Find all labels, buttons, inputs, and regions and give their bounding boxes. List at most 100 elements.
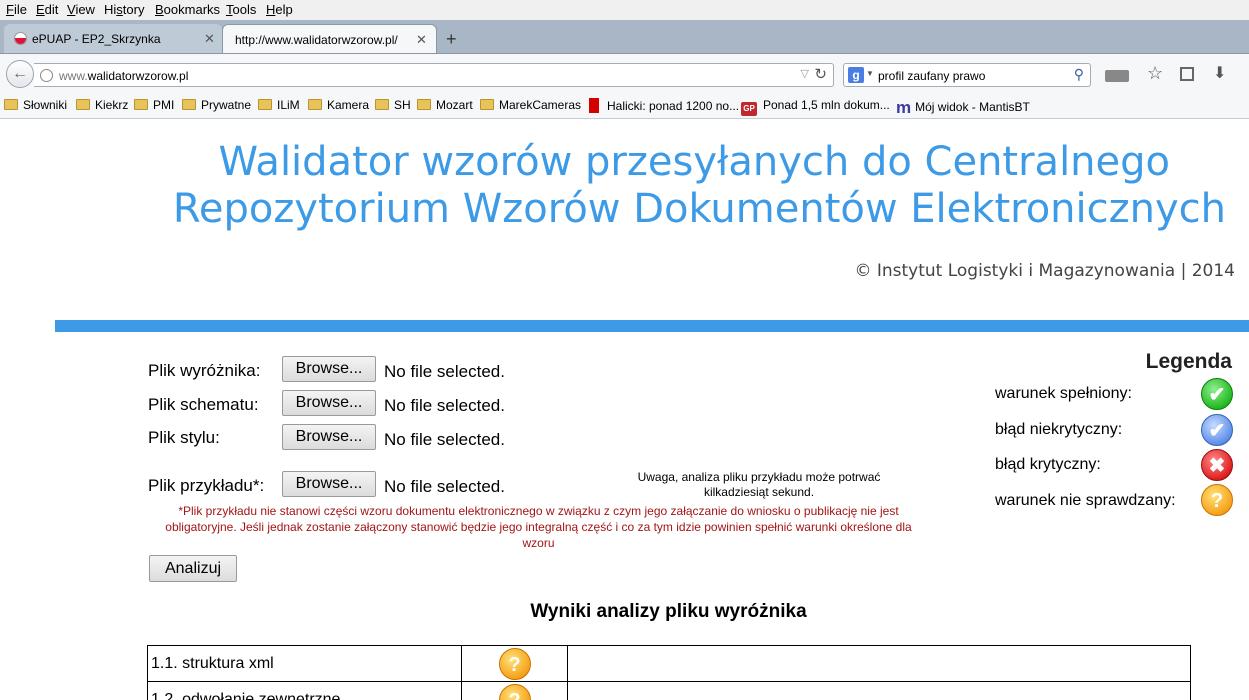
menu-file[interactable]: File xyxy=(6,2,27,17)
file-status-styl: No file selected. xyxy=(384,430,505,449)
bookmark-label: Słowniki xyxy=(23,98,68,112)
menu-bar: File Edit View History Bookmarks Tools H… xyxy=(0,0,1249,20)
header-divider xyxy=(55,320,1249,332)
folder-icon xyxy=(134,99,148,110)
bookmark-prywatne[interactable]: Prywatne xyxy=(182,98,251,112)
back-arrow-icon: ← xyxy=(12,65,28,82)
analyze-button[interactable]: Analizuj xyxy=(149,555,237,582)
tab-epuap[interactable]: ePUAP - EP2_Skrzynka ✕ xyxy=(4,24,222,53)
bookmark-label: ILiM xyxy=(277,98,300,112)
page-title-line1: Walidator wzorów przesyłanych do Central… xyxy=(218,139,1170,185)
url-bar[interactable]: www.walidatorwzorow.pl ▽ ↻ xyxy=(34,63,834,87)
analysis-time-notice: Uwaga, analiza pliku przykładu może potr… xyxy=(637,470,881,499)
search-input[interactable]: profil zaufany prawo xyxy=(878,69,985,83)
gp-icon: GP xyxy=(741,102,757,116)
menu-bookmarks[interactable]: Bookmarks xyxy=(155,2,220,17)
page-title-line2: Repozytorium Wzorów Dokumentów Elektroni… xyxy=(172,186,1226,232)
chevron-down-icon[interactable]: ▼ xyxy=(866,69,874,78)
bookmark-sh[interactable]: SH xyxy=(375,98,411,112)
menu-history[interactable]: History xyxy=(104,2,144,17)
menu-tools[interactable]: Tools xyxy=(226,2,256,17)
back-button[interactable]: ← xyxy=(6,60,34,88)
tab-walidator[interactable]: http://www.walidatorwzorow.pl/ ✕ xyxy=(222,24,437,53)
legend-label-critical: błąd krytyczny: xyxy=(995,456,1101,473)
result-detail xyxy=(567,681,1191,700)
menu-edit[interactable]: Edit xyxy=(36,2,58,17)
star-icon[interactable]: ☆ xyxy=(1147,63,1163,84)
bookmarks-toolbar: Słowniki Kiekrz PMI Prywatne ILiM Kamera… xyxy=(0,91,1249,119)
results-title: Wyniki analizy pliku wyróżnika xyxy=(530,601,807,622)
menu-view[interactable]: View xyxy=(67,2,95,17)
bookmark-marekcameras[interactable]: MarekCameras xyxy=(480,98,581,112)
bookmark-ilim[interactable]: ILiM xyxy=(258,98,300,112)
browse-button-wyroznik[interactable]: Browse... xyxy=(282,356,376,382)
bookmark-kiekrz[interactable]: Kiekrz xyxy=(76,98,128,112)
folder-icon xyxy=(76,99,90,110)
globe-icon xyxy=(40,69,53,82)
bookmark-label: Kiekrz xyxy=(95,98,129,112)
dropdown-arrow-icon[interactable]: ▽ xyxy=(801,67,809,80)
question-orange-icon: ? xyxy=(498,683,531,700)
check-green-icon: ✔ xyxy=(1201,378,1233,410)
bookmark-pmi[interactable]: PMI xyxy=(134,98,174,112)
result-detail xyxy=(567,645,1191,682)
bookmark-label: MarekCameras xyxy=(499,98,582,112)
bookmark-label: Mój widok - MantisBT xyxy=(915,100,1030,114)
field-label-wyroznik: Plik wyróżnika: xyxy=(148,361,261,380)
reading-list-icon[interactable] xyxy=(1180,67,1194,81)
bookmark-slowniki[interactable]: Słowniki xyxy=(4,98,67,112)
bookmark-halicki[interactable]: Halicki: ponad 1200 no... xyxy=(589,98,739,113)
field-label-schemat: Plik schematu: xyxy=(148,395,259,414)
folder-icon xyxy=(308,99,322,110)
epuap-favicon-icon xyxy=(14,32,27,45)
cross-red-icon: ✖ xyxy=(1201,449,1233,481)
field-label-styl: Plik stylu: xyxy=(148,428,220,447)
result-name: 1.1. struktura xml xyxy=(147,645,462,682)
page-content: Walidator wzorów przesyłanych do Central… xyxy=(0,119,1249,700)
folder-icon xyxy=(375,99,389,110)
bookmark-label: Halicki: ponad 1200 no... xyxy=(607,99,740,113)
bookmark-label: Ponad 1,5 mln dokum... xyxy=(763,98,890,112)
new-tab-icon[interactable]: + xyxy=(446,29,457,50)
tab-strip: ePUAP - EP2_Skrzynka ✕ http://www.walida… xyxy=(0,20,1249,53)
bookmark-label: SH xyxy=(394,98,411,112)
camera-icon[interactable] xyxy=(1105,70,1129,82)
question-orange-icon: ? xyxy=(1201,484,1233,516)
search-bar[interactable]: g ▼ profil zaufany prawo ⚲ xyxy=(843,63,1091,87)
bookmark-mozart[interactable]: Mozart xyxy=(417,98,473,112)
close-icon[interactable]: ✕ xyxy=(204,31,215,47)
result-status: ? xyxy=(461,645,568,682)
bookmark-label: PMI xyxy=(153,98,175,112)
legend-label-ok: warunek spełniony: xyxy=(995,385,1132,402)
browse-button-styl[interactable]: Browse... xyxy=(282,424,376,450)
url-text[interactable]: www.walidatorwzorow.pl xyxy=(59,69,188,83)
mantis-icon: m xyxy=(896,98,912,117)
field-label-przyklad: Plik przykładu*: xyxy=(148,476,265,495)
bookmark-ponad[interactable]: GP Ponad 1,5 mln dokum... xyxy=(741,98,890,116)
folder-icon xyxy=(480,99,494,110)
copyright-text: © Instytut Logistyki i Magazynowania | 2… xyxy=(854,261,1235,281)
search-icon[interactable]: ⚲ xyxy=(1074,66,1084,83)
download-icon[interactable]: ⬇ xyxy=(1213,63,1226,83)
bookmark-kamera[interactable]: Kamera xyxy=(308,98,369,112)
result-name: 1.2. odwołanie zewnętrzne xyxy=(147,681,462,700)
legend-label-noncritical: błąd niekrytyczny: xyxy=(995,421,1123,438)
bookmark-label: Kamera xyxy=(327,98,370,112)
results-table: 1.1. struktura xml ? 1.2. odwołanie zewn… xyxy=(147,645,1191,700)
close-icon[interactable]: ✕ xyxy=(416,32,427,48)
google-icon[interactable]: g xyxy=(848,67,864,83)
tab-title: ePUAP - EP2_Skrzynka xyxy=(32,32,161,46)
folder-icon xyxy=(4,99,18,110)
folder-icon xyxy=(182,99,196,110)
reload-icon[interactable]: ↻ xyxy=(814,65,827,83)
table-row: 1.1. struktura xml ? xyxy=(147,645,1191,682)
bookmark-label: Mozart xyxy=(436,98,473,112)
menu-help[interactable]: Help xyxy=(266,2,293,17)
browse-button-przyklad[interactable]: Browse... xyxy=(282,471,376,497)
bookmark-mantis[interactable]: m Mój widok - MantisBT xyxy=(896,98,1030,118)
file-status-przyklad: No file selected. xyxy=(384,477,505,496)
browse-button-schemat[interactable]: Browse... xyxy=(282,390,376,416)
folder-icon xyxy=(258,99,272,110)
file-status-schemat: No file selected. xyxy=(384,396,505,415)
result-status: ? xyxy=(461,681,568,700)
